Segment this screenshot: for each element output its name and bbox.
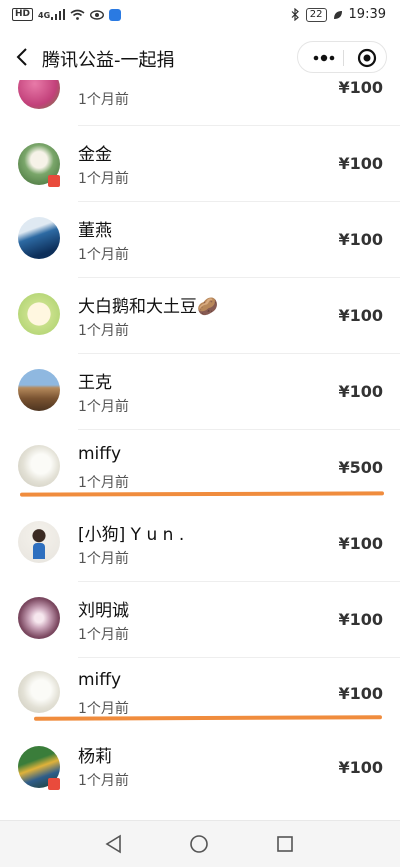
close-miniprogram-icon[interactable] [357, 48, 377, 68]
donation-time: 1个月前 [78, 551, 129, 567]
back-triangle-icon[interactable] [104, 834, 124, 854]
avatar [18, 521, 60, 563]
more-dots-icon[interactable] [312, 51, 336, 65]
donation-time: 1个月前 [78, 475, 129, 491]
network-type-label: 4G [38, 11, 51, 20]
status-right: 22 19:39 [291, 7, 386, 22]
donor-name: 大白鹅和大土豆🥔 [78, 297, 219, 317]
page-title: 腾讯公益-一起捐 [42, 50, 175, 71]
tencent-badge-icon [48, 778, 60, 790]
donation-time: 1个月前 [78, 92, 129, 108]
donation-amount: ¥100 [338, 684, 383, 703]
eye-icon [90, 9, 105, 20]
list-item[interactable]: 1个月前 ¥100 [0, 80, 400, 126]
chevron-left-icon[interactable] [12, 46, 34, 68]
system-nav-bar [0, 820, 400, 867]
donor-name: 金金 [78, 145, 112, 165]
bluetooth-icon [291, 8, 299, 21]
avatar-figure [33, 543, 45, 559]
donation-time: 1个月前 [78, 399, 129, 415]
capsule-divider [343, 50, 344, 66]
donation-amount: ¥100 [338, 80, 383, 97]
recents-square-icon[interactable] [275, 834, 295, 854]
donor-name: miffy [78, 670, 122, 690]
hd-icon: HD [12, 8, 34, 21]
battery-icon: 22 [305, 7, 327, 22]
donation-time: 1个月前 [78, 247, 129, 263]
clock: 19:39 [348, 7, 386, 22]
avatar [18, 217, 60, 259]
nav-header: 腾讯公益-一起捐 [0, 34, 400, 80]
tencent-badge-icon [48, 175, 60, 187]
leaf-icon [333, 10, 342, 19]
donor-name: 董燕 [78, 221, 112, 241]
donation-amount: ¥100 [338, 154, 383, 173]
donation-amount: ¥500 [338, 458, 383, 477]
list-item[interactable]: 王克 1个月前 ¥100 [0, 354, 400, 430]
donation-amount: ¥100 [338, 230, 383, 249]
wifi-icon [70, 9, 85, 20]
donation-time: 1个月前 [78, 701, 129, 717]
avatar [18, 597, 60, 639]
list-item[interactable]: 金金 1个月前 ¥100 [0, 126, 400, 202]
donor-name: 杨莉 [78, 747, 112, 767]
donation-time: 1个月前 [78, 773, 129, 789]
status-left-icons: HD 4G [12, 8, 122, 21]
donor-name: 刘明诚 [78, 601, 129, 621]
list-item[interactable]: 大白鹅和大土豆🥔 1个月前 ¥100 [0, 278, 400, 354]
avatar [18, 80, 60, 109]
donation-time: 1个月前 [78, 171, 129, 187]
donation-amount: ¥100 [338, 382, 383, 401]
donor-name: 王克 [78, 373, 112, 393]
donor-name: [小狗] Y u n . [78, 525, 185, 545]
donor-name: miffy [78, 444, 122, 464]
app-notification-icon [109, 8, 122, 21]
4g-signal-icon: 4G [38, 9, 66, 20]
list-item[interactable]: 董燕 1个月前 ¥100 [0, 202, 400, 278]
donation-amount: ¥100 [338, 610, 383, 629]
avatar [18, 445, 60, 487]
home-circle-icon[interactable] [189, 834, 209, 854]
donation-amount: ¥100 [338, 758, 383, 777]
avatar [18, 369, 60, 411]
list-item[interactable]: 刘明诚 1个月前 ¥100 [0, 582, 400, 658]
donation-amount: ¥100 [338, 306, 383, 325]
avatar [18, 671, 60, 713]
donor-list: 1个月前 ¥100 金金 1个月前 ¥100 董燕 1个月前 ¥100 大白鹅和… [0, 80, 400, 820]
list-item[interactable]: [小狗] Y u n . 1个月前 ¥100 [0, 506, 400, 582]
list-item[interactable]: miffy 1个月前 ¥100 [0, 658, 400, 734]
donation-time: 1个月前 [78, 323, 129, 339]
status-bar: HD 4G 22 19:39 [0, 0, 400, 34]
donation-amount: ¥100 [338, 534, 383, 553]
donation-time: 1个月前 [78, 627, 129, 643]
miniprogram-capsule [297, 41, 387, 73]
list-item[interactable]: 杨莉 1个月前 ¥100 [0, 732, 400, 808]
avatar [18, 293, 60, 335]
